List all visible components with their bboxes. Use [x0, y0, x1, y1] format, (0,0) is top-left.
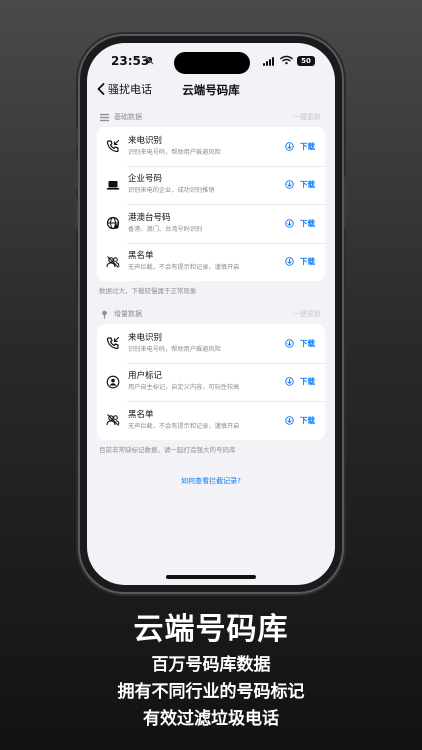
user-tag-icon	[106, 375, 120, 389]
download-label: 下载	[300, 415, 315, 425]
item-subtitle: 识别来电号码，帮助用户躲避风险	[128, 148, 221, 156]
download-button[interactable]: 下载	[285, 376, 315, 387]
download-button[interactable]: 下载	[285, 256, 315, 267]
download-circle-icon	[285, 180, 294, 189]
promo-line: 百万号码库数据	[151, 655, 271, 675]
item-subtitle: 无声拦截，不会有提示和记录，谨慎开启	[128, 264, 240, 272]
download-button[interactable]: 下载	[285, 415, 315, 426]
download-button[interactable]: 下载	[285, 338, 315, 349]
item-title: 黑名单	[128, 409, 154, 420]
item-title: 来电识别	[128, 135, 163, 146]
dynamic-island	[174, 52, 250, 74]
side-button	[75, 128, 78, 146]
incremental-data-card: 来电识别 识别来电号码，帮助用户躲避风险 下载 用户标记 用户自主标记，自定义内…	[97, 324, 325, 440]
section-header-basic: 基础数据 一键更新	[97, 109, 325, 125]
promo-line: 拥有不同行业的号码标记	[117, 682, 305, 702]
download-circle-icon	[285, 416, 294, 425]
list-item: 用户标记 用户自主标记，自定义内容，可玩性较高 下载	[97, 362, 325, 402]
download-label: 下载	[300, 141, 315, 151]
item-subtitle: 识别来电的企业，成功识别推销	[128, 187, 215, 195]
update-all-button[interactable]: 一键更新	[293, 112, 321, 122]
download-label: 下载	[300, 257, 315, 267]
blocked-users-icon	[106, 414, 120, 427]
battery-indicator: 50	[297, 56, 315, 66]
wifi-icon	[280, 55, 293, 65]
item-subtitle: 用户自主标记，自定义内容，可玩性较高	[128, 384, 240, 392]
download-label: 下载	[300, 218, 315, 228]
download-circle-icon	[285, 219, 294, 228]
section-header-incremental: 增量数据 一键更新	[97, 306, 325, 322]
silent-bell-icon	[145, 56, 154, 65]
download-label: 下载	[300, 377, 315, 387]
download-circle-icon	[285, 257, 294, 266]
status-bar: 23:53 50	[87, 43, 335, 83]
download-button[interactable]: 下载	[285, 218, 315, 229]
volume-down-button	[75, 198, 78, 230]
item-title: 黑名单	[128, 251, 154, 262]
list-item: 来电识别 识别来电号码，帮助用户躲避风险 下载	[97, 324, 325, 363]
list-icon	[100, 113, 109, 121]
app-screen: 23:53 50 骚扰电话 云端号码库 基础数据 一键更新 来电识别 识别来电号…	[87, 43, 335, 585]
volume-up-button	[75, 158, 78, 190]
item-title: 企业号码	[128, 174, 163, 185]
list-item: 来电识别 识别来电号码，帮助用户躲避风险 下载	[97, 127, 325, 166]
basic-data-card: 来电识别 识别来电号码，帮助用户躲避风险 下载 企业号码 识别来电的企业，成功识…	[97, 127, 325, 281]
power-button	[344, 176, 347, 228]
section-note: 数据过大，下载较慢属于正常现象	[99, 287, 197, 295]
section-note: 目前非常缺标记数据，请一起打造强大的号码库	[99, 445, 236, 454]
promo-headline: 云端号码库	[133, 612, 289, 647]
item-title: 港澳台号码	[128, 212, 171, 223]
phone-incoming-icon	[106, 337, 120, 350]
download-label: 下载	[300, 180, 315, 190]
download-circle-icon	[285, 339, 294, 348]
content: 基础数据 一键更新 来电识别 识别来电号码，帮助用户躲避风险 下载 企业号码 识…	[97, 109, 325, 486]
page-title: 云端号码库	[182, 83, 240, 97]
home-indicator	[166, 575, 256, 579]
update-all-button[interactable]: 一键更新	[293, 309, 321, 319]
item-subtitle: 香港、澳门、台湾号码识别	[128, 225, 203, 233]
status-time: 23:53	[111, 54, 150, 68]
list-item: 企业号码 识别来电的企业，成功识别推销 下载	[97, 165, 325, 205]
phone-frame: 23:53 50 骚扰电话 云端号码库 基础数据 一键更新 来电识别 识别来电号…	[75, 36, 347, 592]
section-title: 基础数据	[114, 113, 142, 121]
pin-icon	[102, 310, 107, 319]
list-item: 黑名单 无声拦截，不会有提示和记录，谨慎开启 下载	[97, 242, 325, 282]
promo-line: 有效过滤垃圾电话	[143, 709, 279, 729]
list-item: 港澳台号码 香港、澳门、台湾号码识别 下载	[97, 204, 325, 243]
help-link[interactable]: 如何查看拦截记录?	[97, 476, 325, 486]
download-label: 下载	[300, 338, 315, 348]
download-circle-icon	[285, 142, 294, 151]
item-title: 来电识别	[128, 332, 163, 343]
globe-icon	[106, 217, 120, 230]
item-title: 用户标记	[128, 371, 163, 382]
list-item: 黑名单 无声拦截，不会有提示和记录，谨慎开启 下载	[97, 401, 325, 440]
item-subtitle: 无声拦截，不会有提示和记录，谨慎开启	[128, 422, 240, 430]
laptop-icon	[106, 180, 120, 190]
download-button[interactable]: 下载	[285, 141, 315, 152]
download-button[interactable]: 下载	[285, 179, 315, 190]
download-circle-icon	[285, 377, 294, 386]
item-subtitle: 识别来电号码，帮助用户躲避风险	[128, 345, 221, 353]
navigation-bar: 骚扰电话 云端号码库	[87, 79, 335, 105]
blocked-users-icon	[106, 255, 120, 268]
phone-incoming-icon	[106, 140, 120, 153]
cellular-signal-icon	[263, 57, 274, 66]
section-title: 增量数据	[114, 310, 142, 318]
